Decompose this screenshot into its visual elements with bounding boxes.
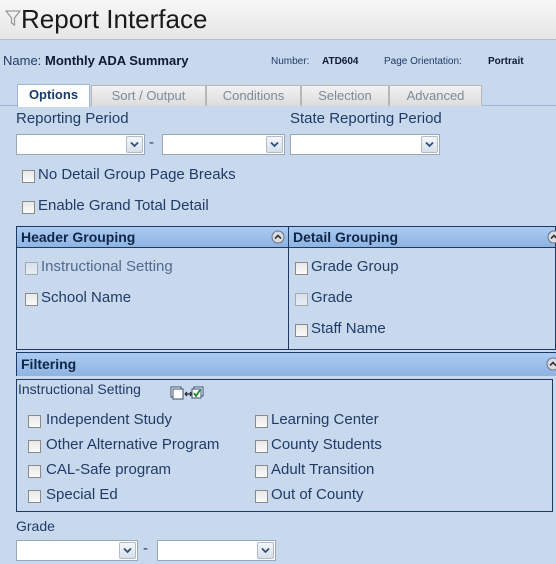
independent-study-checkbox[interactable] [28, 415, 41, 428]
other-alternative-program-label: Other Alternative Program [46, 436, 220, 453]
grade-filter-label: Grade [16, 518, 55, 534]
learning-center-label: Learning Center [271, 411, 379, 428]
cal-safe-program-checkbox[interactable] [28, 465, 41, 478]
tab-advanced[interactable]: Advanced [389, 85, 482, 106]
county-students-label: County Students [271, 436, 382, 453]
tab-sort-output[interactable]: Sort / Output [91, 85, 206, 106]
collapse-icon[interactable] [547, 230, 556, 244]
filtering-title: Filtering [21, 356, 77, 372]
filtering-panel: Filtering [16, 352, 556, 376]
cal-safe-program-label: CAL-Safe program [46, 461, 172, 478]
grade-range-separator: - [143, 540, 148, 557]
report-name-value: Monthly ADA Summary [45, 53, 189, 68]
grade-to-select[interactable] [157, 540, 276, 561]
page-orientation-label: Page Orientation: [384, 56, 462, 67]
reporting-period-label: Reporting Period [16, 110, 129, 127]
tab-conditions[interactable]: Conditions [206, 85, 301, 106]
independent-study-label: Independent Study [46, 411, 172, 428]
school-name-group-label: School Name [41, 289, 132, 306]
instructional-setting-group-checkbox[interactable] [25, 262, 38, 275]
window-title: Report Interface [21, 4, 208, 34]
out-of-county-checkbox[interactable] [255, 490, 268, 503]
other-alternative-program-checkbox[interactable] [28, 440, 41, 453]
learning-center-checkbox[interactable] [255, 415, 268, 428]
state-reporting-period-label: State Reporting Period [290, 110, 442, 127]
tab-options[interactable]: Options [17, 84, 90, 107]
enable-grand-total-checkbox[interactable] [22, 201, 35, 214]
window-titlebar: Report Interface [0, 0, 556, 40]
grade-detail-label: Grade [311, 289, 353, 306]
range-separator: - [149, 134, 154, 151]
report-number-value: ATD604 [322, 56, 359, 67]
select-toggle-icon[interactable] [170, 385, 204, 401]
detail-grouping-title: Detail Grouping [293, 229, 398, 245]
detail-grouping-header: Detail Grouping [289, 227, 556, 248]
staff-name-checkbox[interactable] [295, 324, 308, 337]
filtering-header: Filtering [17, 353, 556, 376]
no-detail-page-breaks-checkbox[interactable] [22, 170, 35, 183]
out-of-county-label: Out of County [271, 486, 364, 503]
page-orientation-value: Portrait [488, 56, 524, 67]
instructional-setting-filter-label: Instructional Setting [18, 381, 141, 397]
report-number-label: Number: [271, 56, 310, 67]
county-students-checkbox[interactable] [255, 440, 268, 453]
grade-group-checkbox[interactable] [295, 262, 308, 275]
header-grouping-header: Header Grouping [17, 227, 288, 248]
chevron-down-icon[interactable] [257, 542, 274, 559]
collapse-icon[interactable] [271, 230, 285, 244]
chevron-down-icon[interactable] [421, 136, 438, 153]
enable-grand-total-label: Enable Grand Total Detail [38, 197, 209, 214]
tab-selection[interactable]: Selection [301, 85, 389, 106]
special-ed-checkbox[interactable] [28, 490, 41, 503]
header-grouping-panel: Header Grouping [16, 226, 289, 350]
chevron-down-icon[interactable] [266, 136, 283, 153]
no-detail-page-breaks-label: No Detail Group Page Breaks [38, 166, 236, 183]
school-name-group-checkbox[interactable] [25, 293, 38, 306]
header-grouping-title: Header Grouping [21, 229, 136, 245]
state-reporting-period-select[interactable] [290, 134, 440, 155]
special-ed-label: Special Ed [46, 486, 118, 503]
tab-strip: Options Sort / Output Conditions Selecti… [0, 82, 556, 107]
grade-group-label: Grade Group [311, 258, 399, 275]
grade-detail-checkbox[interactable] [295, 293, 308, 306]
adult-transition-label: Adult Transition [271, 461, 375, 478]
instructional-setting-group-label: Instructional Setting [41, 258, 173, 275]
staff-name-label: Staff Name [311, 320, 386, 337]
grade-from-select[interactable] [16, 540, 138, 561]
chevron-down-icon[interactable] [119, 542, 136, 559]
report-name-label: Name: [3, 53, 42, 68]
reporting-period-to-select[interactable] [162, 134, 285, 155]
report-info-row: Name: Monthly ADA Summary Number: ATD604… [0, 41, 556, 81]
adult-transition-checkbox[interactable] [255, 465, 268, 478]
reporting-period-from-select[interactable] [16, 134, 145, 155]
chevron-down-icon[interactable] [126, 136, 143, 153]
funnel-icon [5, 10, 21, 27]
collapse-icon[interactable] [546, 357, 556, 371]
